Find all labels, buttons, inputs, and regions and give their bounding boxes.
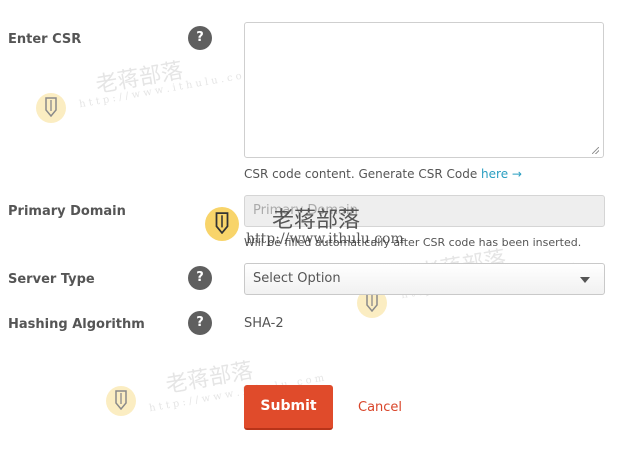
- server-type-help-icon[interactable]: ?: [188, 266, 212, 290]
- primary-domain-input: Primary Domain: [244, 195, 605, 227]
- csr-label: Enter CSR: [8, 32, 82, 47]
- generate-csr-link[interactable]: here →: [481, 167, 522, 181]
- watermark-pencil-icon: [36, 93, 66, 123]
- hashing-help-icon[interactable]: ?: [188, 311, 212, 335]
- server-type-label: Server Type: [8, 272, 95, 287]
- csr-help-icon[interactable]: ?: [188, 26, 212, 50]
- resize-grip-icon[interactable]: [592, 147, 599, 154]
- watermark-pencil-icon: [205, 207, 239, 241]
- csr-textarea[interactable]: [244, 22, 604, 158]
- primary-domain-label: Primary Domain: [8, 204, 126, 219]
- watermark-url: h t t p : / / w w w . i t h u l u . c o …: [78, 68, 256, 111]
- hashing-value: SHA-2: [244, 316, 284, 331]
- csr-hint-text: CSR code content. Generate CSR Code: [244, 167, 482, 181]
- server-type-selected: Select Option: [253, 271, 341, 286]
- primary-domain-hint: Will be filled automatically after CSR c…: [244, 236, 582, 249]
- cancel-link[interactable]: Cancel: [358, 400, 402, 415]
- watermark-pencil-icon: [106, 386, 136, 416]
- watermark-name: 老蒋部落: [163, 358, 255, 399]
- submit-button[interactable]: Submit: [244, 385, 333, 430]
- chevron-down-icon: [580, 277, 590, 283]
- server-type-select[interactable]: Select Option: [244, 263, 605, 295]
- csr-hint: CSR code content. Generate CSR Code here…: [244, 167, 522, 181]
- watermark-name: 老蒋部落: [93, 58, 185, 99]
- hashing-label: Hashing Algorithm: [8, 317, 145, 332]
